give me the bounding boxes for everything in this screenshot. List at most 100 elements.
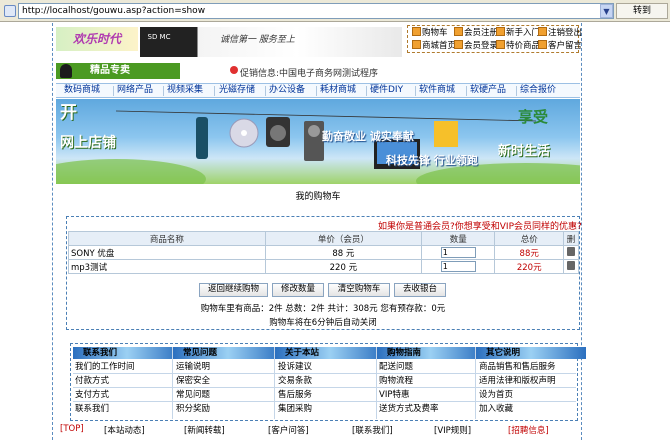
category-link[interactable]: 光磁存储 [219, 84, 255, 97]
page-icon [4, 5, 16, 17]
cart-summary: 购物车里有商品：2件 总数：2件 共计：308元 您有预存款：0元 [200, 304, 446, 314]
hero-slogan-2: 科技先锋 行业领跑 [386, 154, 478, 167]
footer-link[interactable]: 设为首页 [479, 389, 513, 401]
footer-link[interactable]: 付款方式 [75, 375, 109, 387]
footer-link[interactable]: 联系我们 [75, 403, 109, 415]
cell-price: 220 元 [264, 259, 423, 274]
cell-total: 220元 [494, 259, 565, 274]
chevron-down-icon[interactable]: ▼ [600, 4, 613, 18]
category-link[interactable]: 软硬产品 [470, 84, 506, 97]
update-quantity-button[interactable]: 修改数量 [272, 283, 324, 297]
autoclose-notice: 购物车将在6分钟后自动关闭 [269, 318, 377, 328]
beginner-icon [496, 27, 505, 36]
bottom-link[interactable]: [本站动态] [104, 424, 145, 436]
top-nav-item-register[interactable]: 会员注册 [454, 27, 498, 40]
top-nav-label: 会员登录 [464, 41, 499, 51]
trash-icon[interactable] [567, 246, 576, 256]
cell-total: 88元 [494, 245, 565, 260]
person-icon [60, 64, 72, 78]
site-logo[interactable]: 欢乐时代 [56, 27, 138, 51]
specials-icon [496, 40, 505, 49]
bottom-link[interactable]: [新闻转载] [184, 424, 225, 436]
top-nav-item-logout[interactable]: 注销登出 [538, 27, 582, 40]
home-icon [412, 40, 421, 49]
footer-link[interactable]: 支付方式 [75, 389, 109, 401]
top-nav-item-login[interactable]: 会员登录 [454, 40, 498, 53]
category-link[interactable]: 软件商城 [419, 84, 455, 97]
top-nav-item-beginner[interactable]: 新手入门 [496, 27, 540, 40]
footer-link[interactable]: 交易条款 [278, 375, 312, 387]
footer-link[interactable]: 常见问题 [176, 389, 210, 401]
cell-price: 88 元 [264, 245, 423, 260]
table-row: mp3测试 220 元 1 220元 [68, 259, 579, 274]
footer-link[interactable]: 投诉建议 [278, 361, 312, 373]
footer-column-title: 关于本站 [275, 347, 385, 359]
top-nav-item-guestbook[interactable]: 客户留言 [538, 40, 582, 53]
continue-shopping-button[interactable]: 返回继续购物 [199, 283, 268, 297]
category-link[interactable]: 硬件DIY [370, 84, 403, 97]
promo-banner[interactable]: 精品专卖 [56, 63, 180, 79]
footer-column-title: 联系我们 [73, 347, 181, 359]
top-nav-label: 购物车 [422, 28, 448, 38]
quantity-input[interactable]: 1 [440, 247, 476, 258]
url-input[interactable]: http://localhost/gouwu.asp?action=show [18, 3, 614, 19]
category-link[interactable]: 视频采集 [167, 84, 203, 97]
clear-cart-button[interactable]: 清空购物车 [328, 283, 390, 297]
bottom-link-top[interactable]: [TOP] [60, 424, 84, 434]
footer-link[interactable]: 售后服务 [278, 389, 312, 401]
checkout-button[interactable]: 去收银台 [394, 283, 446, 297]
footer-link[interactable]: 集团采购 [278, 403, 312, 415]
footer-link[interactable]: 适用法律和版权声明 [479, 375, 556, 387]
hero-left-heading: 开 [60, 103, 77, 123]
footer-link[interactable]: VIP特惠 [379, 389, 409, 401]
memory-card-icon [434, 121, 458, 147]
quantity-input[interactable]: 1 [440, 261, 476, 272]
bottom-link[interactable]: [联系我们] [352, 424, 393, 436]
bottom-link[interactable]: [VIP规则] [434, 424, 471, 436]
table-row: SONY 优盘 88 元 1 88元 [68, 245, 579, 260]
footer-link[interactable]: 购物流程 [379, 375, 413, 387]
table-header-row: 商品名称 单价（会员） 数量 总价 删 [68, 231, 579, 246]
page-title: 我的购物车 [295, 192, 341, 202]
cell-delete [563, 259, 579, 274]
register-icon [454, 27, 463, 36]
footer-column-title: 购物指南 [377, 347, 484, 359]
go-button[interactable]: 转到 [616, 3, 668, 19]
bottom-link-jobs[interactable]: [招聘信息] [508, 424, 549, 436]
col-header-qty: 数量 [421, 231, 496, 246]
footer-link[interactable]: 我们的工作时间 [75, 361, 135, 373]
footer-link[interactable]: 送货方式及费率 [379, 403, 439, 415]
hero-right-subheading: 新时生活 [498, 144, 551, 159]
col-header-delete: 删 [563, 231, 579, 246]
top-nav-item-specials[interactable]: 特价商品 [496, 40, 540, 53]
category-link[interactable]: 网络产品 [117, 84, 153, 97]
category-link[interactable]: 综合报价 [520, 84, 556, 97]
footer-link[interactable]: 积分奖励 [176, 403, 210, 415]
cell-qty: 1 [421, 245, 496, 260]
cell-qty: 1 [421, 259, 496, 274]
hero-right-heading: 享受 [518, 108, 549, 126]
top-nav: 购物车 会员注册 新手入门 注销登出 商城首页 会员登录 特价商品 客户留言 [407, 25, 582, 53]
top-nav-label: 商城首页 [422, 41, 457, 51]
top-nav-label: 注销登出 [548, 28, 583, 38]
category-link[interactable]: 数码商城 [64, 84, 100, 97]
cart-table: 商品名称 单价（会员） 数量 总价 删 SONY 优盘 88 元 1 88元 m… [68, 231, 579, 274]
top-nav-item-home[interactable]: 商城首页 [412, 40, 456, 53]
cell-name: mp3测试 [68, 259, 266, 274]
cell-name: SONY 优盘 [68, 245, 266, 260]
footer-link[interactable]: 保密安全 [176, 375, 210, 387]
hero-left-subheading: 网上店铺 [60, 135, 116, 151]
col-header-price: 单价（会员） [264, 231, 423, 246]
footer-link[interactable]: 运输说明 [176, 361, 210, 373]
category-link[interactable]: 办公设备 [269, 84, 305, 97]
logout-icon [538, 27, 547, 36]
trash-icon[interactable] [567, 260, 576, 270]
footer-link[interactable]: 加入收藏 [479, 403, 513, 415]
top-nav-item-cart[interactable]: 购物车 [412, 27, 448, 40]
footer-link[interactable]: 商品销售和售后服务 [479, 361, 556, 373]
category-link[interactable]: 耗材商城 [320, 84, 356, 97]
bottom-link[interactable]: [客户问答] [268, 424, 309, 436]
footer-link[interactable]: 配送问题 [379, 361, 413, 373]
col-header-name: 商品名称 [68, 231, 266, 246]
top-nav-label: 客户留言 [548, 41, 583, 51]
